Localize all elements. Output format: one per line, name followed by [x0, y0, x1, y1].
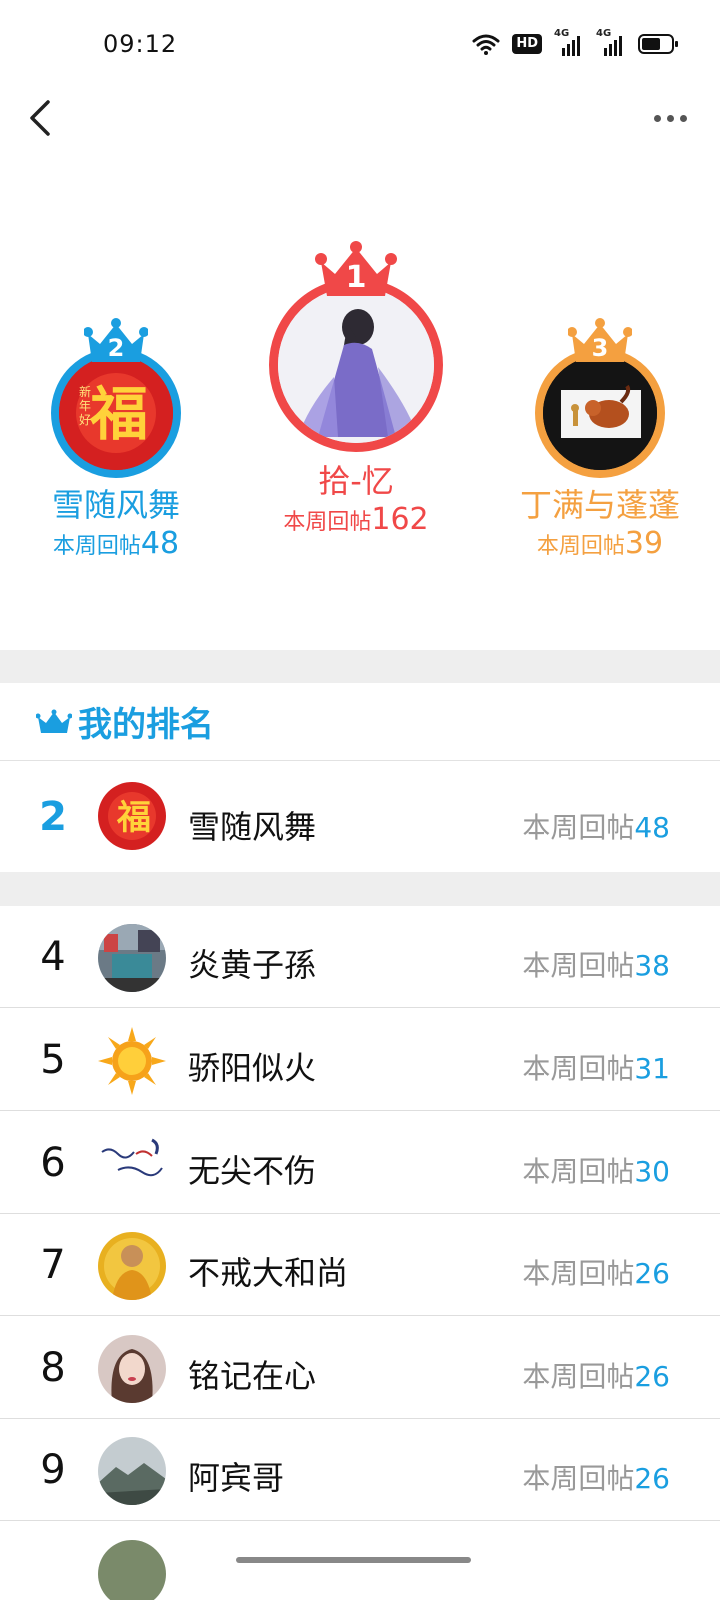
- rank-row[interactable]: 4 炎黄子孫 本周回帖38: [0, 906, 720, 1008]
- row-name: 铭记在心: [188, 1357, 317, 1395]
- fu-new-year-avatar: 福: [98, 782, 166, 850]
- status-time: 09:12: [103, 30, 178, 58]
- svg-text:好: 好: [79, 413, 91, 427]
- crown-first-icon: 1: [315, 240, 397, 300]
- crown-second-icon: 2: [83, 318, 149, 366]
- podium-second-name: 雪随风舞: [51, 486, 180, 524]
- top-three-podium: 福 新 年 好 2 雪随风舞 本周回帖48 1 拾-忆 本周回帖162 3 丁满…: [0, 230, 720, 630]
- status-icons: HD 4G 4G: [472, 28, 678, 58]
- rank-number: 8: [40, 1344, 66, 1391]
- woman-portrait-avatar: [98, 1335, 166, 1403]
- rank-row[interactable]: 5 骄阳似火 本周回帖31: [0, 1009, 720, 1111]
- rank-row[interactable]: 6 无尖不伤 本周回帖30: [0, 1112, 720, 1214]
- my-rank-header: 我的排名: [0, 683, 720, 761]
- row-stat: 本周回帖31: [522, 1052, 670, 1085]
- rank-row[interactable]: 9 阿宾哥 本周回帖26: [0, 1419, 720, 1521]
- podium-second[interactable]: 福 新 年 好 2 雪随风舞 本周回帖48: [18, 318, 214, 561]
- more-options-button[interactable]: [648, 104, 692, 132]
- podium-first-stat: 本周回帖162: [283, 502, 429, 537]
- more-dot-icon: [653, 114, 661, 122]
- woman-in-purple-avatar: [269, 278, 443, 452]
- calligraphy-avatar: [98, 1130, 166, 1198]
- signal-icon-1: 4G: [554, 28, 584, 56]
- more-dot-icon: [679, 114, 687, 122]
- rank-number: 6: [40, 1139, 66, 1186]
- sun-avatar: [98, 1027, 166, 1095]
- svg-text:年: 年: [79, 399, 91, 413]
- back-button[interactable]: [24, 96, 64, 140]
- row-name: 骄阳似火: [188, 1049, 317, 1087]
- rank-row[interactable]: 8 铭记在心 本周回帖26: [0, 1317, 720, 1419]
- row-name: 炎黄子孫: [188, 946, 317, 984]
- more-dot-icon: [666, 114, 674, 122]
- row-name: 无尖不伤: [188, 1152, 317, 1190]
- podium-first-name: 拾-忆: [318, 462, 394, 500]
- mountain-landscape-avatar: [98, 1437, 166, 1505]
- podium-third[interactable]: 3 丁满与蓬蓬 本周回帖39: [500, 318, 700, 561]
- row-stat: 本周回帖48: [522, 811, 670, 844]
- crown-icon: [36, 709, 72, 733]
- row-name: 不戒大和尚: [188, 1254, 349, 1292]
- crown-third-icon: 3: [567, 318, 633, 366]
- fu-new-year-avatar: 福 新 年 好: [51, 348, 181, 478]
- my-rank-row[interactable]: 2 福 雪随风舞 本周回帖48: [0, 762, 720, 872]
- rank-number: 5: [40, 1036, 66, 1083]
- svg-text:福: 福: [89, 380, 148, 448]
- section-divider: [0, 872, 720, 906]
- row-stat: 本周回帖26: [522, 1257, 670, 1290]
- podium-first[interactable]: 1 拾-忆 本周回帖162: [246, 240, 466, 537]
- battery-icon: [638, 34, 678, 54]
- hd-badge: HD: [512, 34, 542, 54]
- chevron-left-icon: [30, 100, 50, 136]
- row-stat: 本周回帖26: [522, 1462, 670, 1495]
- timon-pumbaa-avatar: [535, 348, 665, 478]
- home-indicator[interactable]: [236, 1557, 471, 1563]
- row-stat: 本周回帖26: [522, 1360, 670, 1393]
- svg-text:福: 福: [116, 798, 151, 838]
- monk-avatar: [98, 1232, 166, 1300]
- svg-text:新: 新: [79, 384, 91, 399]
- rank-row[interactable]: 7 不戒大和尚 本周回帖26: [0, 1214, 720, 1316]
- next-row-avatar: [98, 1540, 166, 1600]
- row-name: 雪随风舞: [188, 808, 317, 846]
- rank-number: 9: [40, 1446, 66, 1493]
- street-photo-avatar: [98, 924, 166, 992]
- row-stat: 本周回帖38: [522, 949, 670, 982]
- rank-number: 2: [39, 794, 67, 840]
- signal-icon-2: 4G: [596, 28, 626, 56]
- status-bar: 09:12 HD 4G 4G: [0, 0, 720, 90]
- row-name: 阿宾哥: [188, 1459, 285, 1497]
- podium-third-stat: 本周回帖39: [536, 526, 664, 561]
- section-divider: [0, 650, 720, 683]
- podium-second-stat: 本周回帖48: [52, 526, 180, 561]
- wifi-icon: [472, 34, 500, 55]
- rank-number: 7: [40, 1241, 66, 1288]
- podium-third-name: 丁满与蓬蓬: [519, 486, 680, 524]
- rank-number: 4: [40, 933, 66, 980]
- my-rank-title: 我的排名: [78, 705, 214, 745]
- row-stat: 本周回帖30: [522, 1155, 670, 1188]
